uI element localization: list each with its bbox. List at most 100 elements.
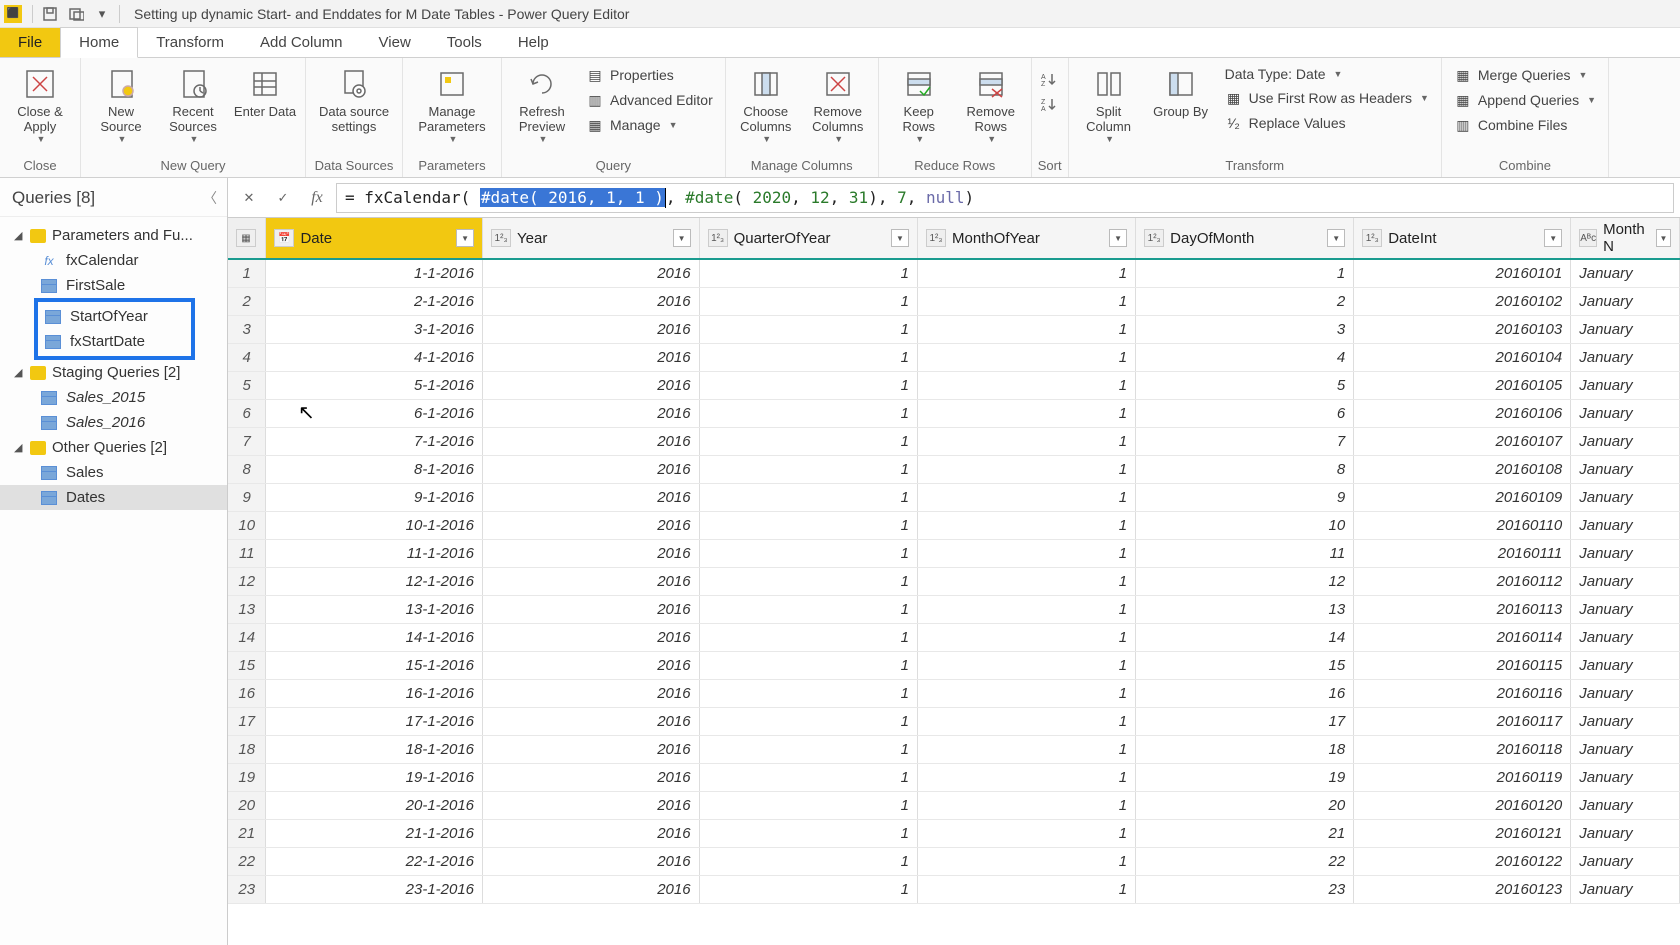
qat-dropdown-icon[interactable]: ▾ — [91, 3, 113, 25]
cell-quarter[interactable]: 1 — [699, 623, 917, 651]
cell-day[interactable]: 18 — [1136, 735, 1354, 763]
datatype-icon[interactable]: 1²₃ — [1144, 229, 1164, 247]
column-header-monthofyear[interactable]: 1²₃MonthOfYear▼ — [917, 218, 1135, 259]
cell-day[interactable]: 7 — [1136, 427, 1354, 455]
cell-day[interactable]: 20 — [1136, 791, 1354, 819]
cell-monthname[interactable]: January — [1571, 763, 1680, 791]
cell-monthname[interactable]: January — [1571, 735, 1680, 763]
cell-monthname[interactable]: January — [1571, 399, 1680, 427]
row-number[interactable]: 8 — [228, 455, 266, 483]
cell-date[interactable]: 21-1-2016 — [266, 819, 483, 847]
cell-date[interactable]: 19-1-2016 — [266, 763, 483, 791]
cell-monthname[interactable]: January — [1571, 511, 1680, 539]
cell-monthname[interactable]: January — [1571, 875, 1680, 903]
table-row[interactable]: 77-1-2016201611720160107January — [228, 427, 1680, 455]
table-row[interactable]: 2020-1-20162016112020160120January — [228, 791, 1680, 819]
data-source-settings-button[interactable]: Data source settings — [312, 62, 396, 138]
cell-day[interactable]: 15 — [1136, 651, 1354, 679]
row-number[interactable]: 21 — [228, 819, 266, 847]
column-header-dateint[interactable]: 1²₃DateInt▼ — [1354, 218, 1571, 259]
formula-commit-button[interactable]: ✓ — [268, 183, 298, 213]
row-number[interactable]: 20 — [228, 791, 266, 819]
cell-day[interactable]: 10 — [1136, 511, 1354, 539]
cell-dateint[interactable]: 20160101 — [1354, 259, 1571, 287]
datatype-icon[interactable]: Aᴮc — [1579, 229, 1597, 247]
cell-date[interactable]: 18-1-2016 — [266, 735, 483, 763]
cell-date[interactable]: 6-1-2016 — [266, 399, 483, 427]
cell-month[interactable]: 1 — [917, 679, 1135, 707]
cell-quarter[interactable]: 1 — [699, 875, 917, 903]
row-number[interactable]: 4 — [228, 343, 266, 371]
cell-month[interactable]: 1 — [917, 819, 1135, 847]
cell-monthname[interactable]: January — [1571, 791, 1680, 819]
cell-dateint[interactable]: 20160114 — [1354, 623, 1571, 651]
cell-quarter[interactable]: 1 — [699, 511, 917, 539]
cell-date[interactable]: 2-1-2016 — [266, 287, 483, 315]
cell-month[interactable]: 1 — [917, 399, 1135, 427]
cell-dateint[interactable]: 20160113 — [1354, 595, 1571, 623]
table-row[interactable]: 1111-1-20162016111120160111January — [228, 539, 1680, 567]
cell-day[interactable]: 5 — [1136, 371, 1354, 399]
cell-quarter[interactable]: 1 — [699, 679, 917, 707]
cell-year[interactable]: 2016 — [483, 259, 700, 287]
cell-dateint[interactable]: 20160108 — [1354, 455, 1571, 483]
cell-month[interactable]: 1 — [917, 455, 1135, 483]
query-item-firstsale[interactable]: FirstSale — [0, 273, 227, 298]
cell-year[interactable]: 2016 — [483, 763, 700, 791]
cell-date[interactable]: 8-1-2016 — [266, 455, 483, 483]
cell-day[interactable]: 17 — [1136, 707, 1354, 735]
table-row[interactable]: 1717-1-20162016111720160117January — [228, 707, 1680, 735]
table-row[interactable]: 33-1-2016201611320160103January — [228, 315, 1680, 343]
datatype-icon[interactable]: 1²₃ — [708, 229, 728, 247]
cell-monthname[interactable]: January — [1571, 427, 1680, 455]
enter-data-button[interactable]: Enter Data — [231, 62, 299, 123]
cell-quarter[interactable]: 1 — [699, 567, 917, 595]
column-header-month n[interactable]: AᴮcMonth N▼ — [1571, 218, 1680, 259]
tab-file[interactable]: File — [0, 28, 60, 57]
formula-input[interactable]: = fxCalendar( #date( 2016, 1, 1 ), #date… — [336, 183, 1674, 213]
cell-monthname[interactable]: January — [1571, 567, 1680, 595]
cell-year[interactable]: 2016 — [483, 651, 700, 679]
cell-month[interactable]: 1 — [917, 539, 1135, 567]
table-row[interactable]: 1919-1-20162016111920160119January — [228, 763, 1680, 791]
column-filter-icon[interactable]: ▼ — [456, 229, 474, 247]
column-header-date[interactable]: 📅Date▼ — [266, 218, 483, 259]
query-item-dates[interactable]: Dates — [0, 485, 227, 510]
datatype-icon[interactable]: 1²₃ — [491, 229, 511, 247]
first-row-headers-button[interactable]: ▦Use First Row as Headers▼ — [1219, 87, 1435, 109]
advanced-editor-button[interactable]: ▥Advanced Editor — [580, 89, 719, 111]
cell-monthname[interactable]: January — [1571, 371, 1680, 399]
refresh-preview-button[interactable]: Refresh Preview▼ — [508, 62, 576, 148]
keep-rows-button[interactable]: Keep Rows▼ — [885, 62, 953, 148]
cell-dateint[interactable]: 20160119 — [1354, 763, 1571, 791]
cell-date[interactable]: 7-1-2016 — [266, 427, 483, 455]
cell-month[interactable]: 1 — [917, 623, 1135, 651]
column-filter-icon[interactable]: ▼ — [1327, 229, 1345, 247]
manage-parameters-button[interactable]: Manage Parameters▼ — [409, 62, 495, 148]
cell-month[interactable]: 1 — [917, 371, 1135, 399]
cell-year[interactable]: 2016 — [483, 875, 700, 903]
cell-monthname[interactable]: January — [1571, 315, 1680, 343]
choose-columns-button[interactable]: Choose Columns▼ — [732, 62, 800, 148]
cell-month[interactable]: 1 — [917, 763, 1135, 791]
cell-day[interactable]: 8 — [1136, 455, 1354, 483]
cell-day[interactable]: 11 — [1136, 539, 1354, 567]
cell-year[interactable]: 2016 — [483, 819, 700, 847]
cell-quarter[interactable]: 1 — [699, 735, 917, 763]
cell-quarter[interactable]: 1 — [699, 259, 917, 287]
cell-month[interactable]: 1 — [917, 595, 1135, 623]
tab-help[interactable]: Help — [500, 28, 567, 57]
cell-date[interactable]: 13-1-2016 — [266, 595, 483, 623]
table-row[interactable]: 1616-1-20162016111620160116January — [228, 679, 1680, 707]
row-number[interactable]: 19 — [228, 763, 266, 791]
cell-quarter[interactable]: 1 — [699, 455, 917, 483]
cell-monthname[interactable]: January — [1571, 651, 1680, 679]
remove-rows-button[interactable]: Remove Rows▼ — [957, 62, 1025, 148]
cell-quarter[interactable]: 1 — [699, 483, 917, 511]
table-row[interactable]: 55-1-2016201611520160105January — [228, 371, 1680, 399]
cell-day[interactable]: 13 — [1136, 595, 1354, 623]
query-item-sales_2015[interactable]: Sales_2015 — [0, 385, 227, 410]
manage-query-button[interactable]: ▦Manage▼ — [580, 114, 719, 136]
cell-date[interactable]: 4-1-2016 — [266, 343, 483, 371]
new-source-button[interactable]: New Source▼ — [87, 62, 155, 148]
